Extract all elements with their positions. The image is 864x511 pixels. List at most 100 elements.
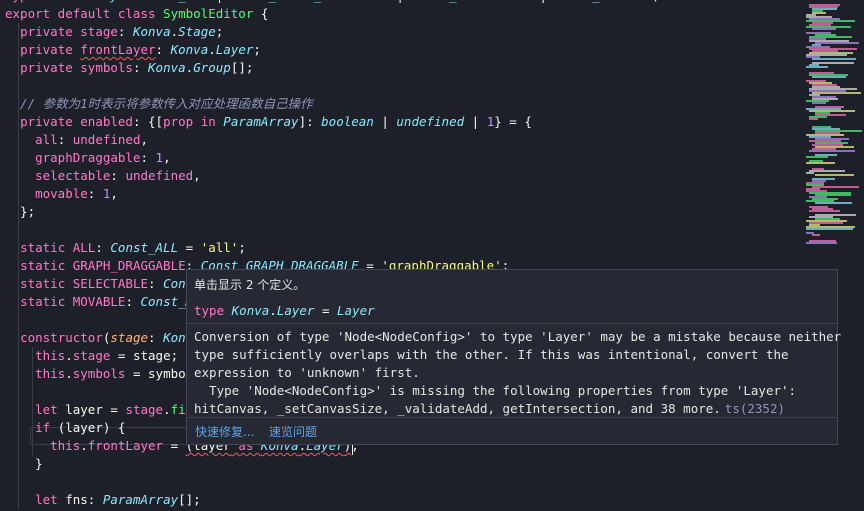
minimap-line xyxy=(806,172,814,174)
code-token: = xyxy=(163,438,186,453)
code-token: | xyxy=(208,0,231,3)
signature-token: Konva xyxy=(231,303,270,318)
code-token: Const_SELECTABLE xyxy=(411,0,531,3)
code-line[interactable]: private symbols: Konva.Group[]; xyxy=(5,59,253,77)
minimap-line xyxy=(815,42,859,44)
code-line[interactable]: } xyxy=(5,455,43,473)
code-line[interactable]: this.stage = stage; xyxy=(5,347,178,365)
code-token: | xyxy=(389,0,412,3)
code-token: : xyxy=(87,186,103,201)
message-line: type sufficiently overlaps with the othe… xyxy=(194,346,841,364)
code-token: undefined xyxy=(125,168,194,183)
message-line: Conversion of type 'Node<NodeConfig>' to… xyxy=(194,328,841,346)
quick-fix-link[interactable]: 快速修复... xyxy=(195,423,254,440)
code-line[interactable]: graphDraggable: 1, xyxy=(5,149,171,167)
code-token: ; xyxy=(238,240,246,255)
code-token: Group xyxy=(193,60,231,75)
code-token: type xyxy=(5,0,43,3)
code-line[interactable]: this.symbols = symbols; xyxy=(5,365,208,383)
code-token: constructor xyxy=(20,330,103,345)
code-line[interactable]: static ALL: Const_ALL = 'all'; xyxy=(5,239,246,257)
code-token: = xyxy=(178,240,201,255)
code-token: boolean xyxy=(321,114,374,129)
code-line[interactable]: // 参数为1时表示将参数传入对应处理函数自己操作 xyxy=(5,95,313,113)
code-token: , xyxy=(193,168,201,183)
code-token: static xyxy=(20,294,73,309)
code-line[interactable]: private enabled: {[prop in ParamArray]: … xyxy=(5,113,532,131)
peek-problem-link[interactable]: 速览问题 xyxy=(269,423,317,440)
code-token: } xyxy=(5,456,43,471)
code-token: MOVABLE xyxy=(72,294,126,309)
code-token: this xyxy=(50,438,81,453)
code-token: ParamArray xyxy=(102,492,179,507)
hover-type-signature: type Konva.Layer = Layer xyxy=(194,303,375,318)
code-token: private xyxy=(20,60,81,75)
indent-guide xyxy=(32,347,33,455)
code-token: Stage xyxy=(178,24,216,39)
code-line[interactable]: let fns: ParamArray[]; xyxy=(5,491,201,509)
code-token: movable xyxy=(35,186,88,201)
code-token: undefined xyxy=(72,132,141,147)
code-token: Const_GRAPH_DRAGGABLE xyxy=(231,0,389,3)
code-token: ]: xyxy=(298,114,322,129)
code-token: fns: xyxy=(65,492,103,507)
code-token: Const_ALL xyxy=(140,0,208,3)
code-token: : xyxy=(57,132,73,147)
code-token: Konva xyxy=(170,42,209,57)
code-token: : xyxy=(95,240,111,255)
code-token: in xyxy=(193,114,224,129)
code-token: stage xyxy=(72,348,111,363)
signature-token: type xyxy=(194,303,232,318)
code-token: static xyxy=(20,240,73,255)
code-token: SymbolEditor xyxy=(163,6,254,21)
code-token: frontLayer xyxy=(87,438,164,453)
code-line[interactable]: all: undefined, xyxy=(5,131,148,149)
code-token: ParamArray xyxy=(43,0,118,3)
code-token: : xyxy=(117,24,133,39)
code-line[interactable]: export default class SymbolEditor { xyxy=(5,5,268,23)
code-token: private xyxy=(20,42,81,57)
code-token: private xyxy=(20,114,81,129)
code-token: []; xyxy=(230,60,254,75)
code-line[interactable]: }; xyxy=(5,203,35,221)
code-line[interactable]: movable: 1, xyxy=(5,185,118,203)
code-token: private xyxy=(20,24,81,39)
code-token: : {[ xyxy=(132,114,164,129)
code-token: : xyxy=(132,60,149,75)
code-token: stage; xyxy=(132,348,179,363)
code-token: frontLayer xyxy=(80,42,156,57)
code-token: . xyxy=(80,438,88,453)
code-token: this xyxy=(35,366,66,381)
code-token: 'all' xyxy=(200,240,239,255)
code-token: } = { xyxy=(494,114,532,129)
code-token: prop xyxy=(163,114,194,129)
code-line[interactable]: private stage: Konva.Stage; xyxy=(5,23,223,41)
code-line[interactable]: if (layer) { xyxy=(5,419,125,437)
message-text: Conversion of type 'Node<NodeConfig>' to… xyxy=(194,329,842,344)
code-token: ALL xyxy=(72,240,96,255)
message-text: hitCanvas, _setCanvasSize, _validateAdd,… xyxy=(194,401,721,416)
signature-token: = xyxy=(314,303,338,318)
hover-header[interactable]: 单击显示 2 个定义。 xyxy=(194,276,305,293)
code-token: symbols xyxy=(80,60,133,75)
code-line[interactable]: selectable: undefined, xyxy=(5,167,201,185)
signature-token: . xyxy=(269,303,277,318)
code-token: let xyxy=(35,492,66,507)
message-text: type sufficiently overlaps with the othe… xyxy=(194,347,789,362)
minimap-line xyxy=(806,242,837,244)
code-line[interactable]: private frontLayer: Konva.Layer; xyxy=(5,41,261,59)
code-token: // 参数为1时表示将参数传入对应处理函数自己操作 xyxy=(5,96,313,111)
code-token: 1 xyxy=(155,150,164,165)
code-token: Layer xyxy=(215,42,254,57)
code-token: , xyxy=(163,150,171,165)
hover-tooltip: 单击显示 2 个定义。 type Konva.Layer = Layer Con… xyxy=(186,269,841,445)
code-token: = xyxy=(125,366,149,381)
hover-divider xyxy=(187,323,837,324)
code-token: Const_ALL xyxy=(110,240,179,255)
code-token: stage xyxy=(125,402,164,417)
